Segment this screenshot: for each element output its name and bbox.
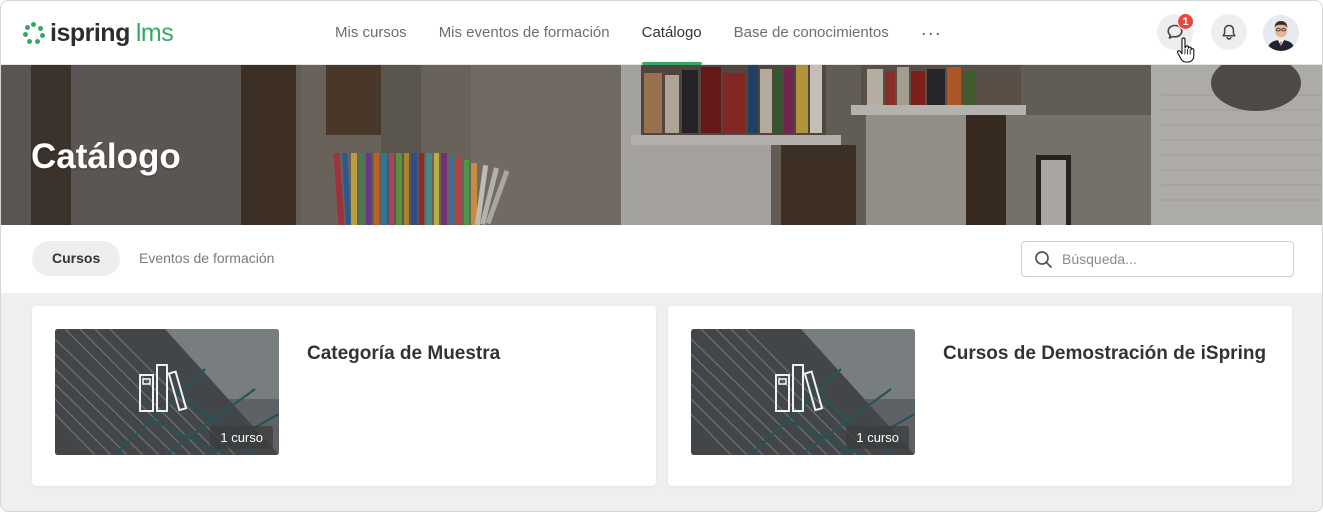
search-box <box>1021 241 1294 277</box>
top-bar: ispring lms Mis cursos Mis eventos de fo… <box>1 1 1322 65</box>
course-count-badge: 1 curso <box>210 426 273 449</box>
course-count-badge: 1 curso <box>846 426 909 449</box>
ispring-logo[interactable]: ispring lms <box>23 18 174 48</box>
category-thumbnail: 1 curso <box>691 329 915 455</box>
books-icon <box>775 364 824 412</box>
books-icon <box>139 364 188 412</box>
nav-more-button[interactable]: ··· <box>905 1 958 65</box>
notifications-button[interactable] <box>1211 14 1247 50</box>
main-nav: Mis cursos Mis eventos de formación Catá… <box>319 1 958 65</box>
category-title[interactable]: Cursos de Demostración de iSpring <box>943 343 1266 365</box>
chat-badge: 1 <box>1177 13 1194 30</box>
tab-training-events[interactable]: Eventos de formación <box>119 241 294 276</box>
category-card[interactable]: 1 curso Categoría de Muestra <box>32 306 656 486</box>
bell-icon <box>1222 24 1236 40</box>
nav-item-my-events[interactable]: Mis eventos de formación <box>423 1 626 65</box>
tab-courses[interactable]: Cursos <box>32 241 121 276</box>
nav-item-knowledge-base[interactable]: Base de conocimientos <box>718 1 905 65</box>
bookshelf-background-image <box>1 65 1322 225</box>
page-title: Catálogo <box>31 137 181 176</box>
logo-mark-icon <box>23 22 45 44</box>
logo-brand-text: ispring <box>50 18 130 47</box>
nav-item-my-courses[interactable]: Mis cursos <box>319 1 423 65</box>
logo-product-text: lms <box>135 18 174 47</box>
catalog-hero-banner: Catálogo <box>1 65 1322 225</box>
hand-cursor-icon <box>1176 37 1195 63</box>
category-thumbnail: 1 curso <box>55 329 279 455</box>
user-avatar[interactable] <box>1263 15 1299 51</box>
nav-item-catalog[interactable]: Catálogo <box>626 1 718 65</box>
app-window: ispring lms Mis cursos Mis eventos de fo… <box>0 0 1323 512</box>
person-photo <box>1263 15 1299 51</box>
category-title[interactable]: Categoría de Muestra <box>307 343 500 365</box>
catalog-toolbar: Cursos Eventos de formación <box>1 225 1322 293</box>
search-icon <box>1035 251 1052 268</box>
category-card[interactable]: 1 curso Cursos de Demostración de iSprin… <box>668 306 1292 486</box>
search-input[interactable] <box>1062 249 1282 269</box>
